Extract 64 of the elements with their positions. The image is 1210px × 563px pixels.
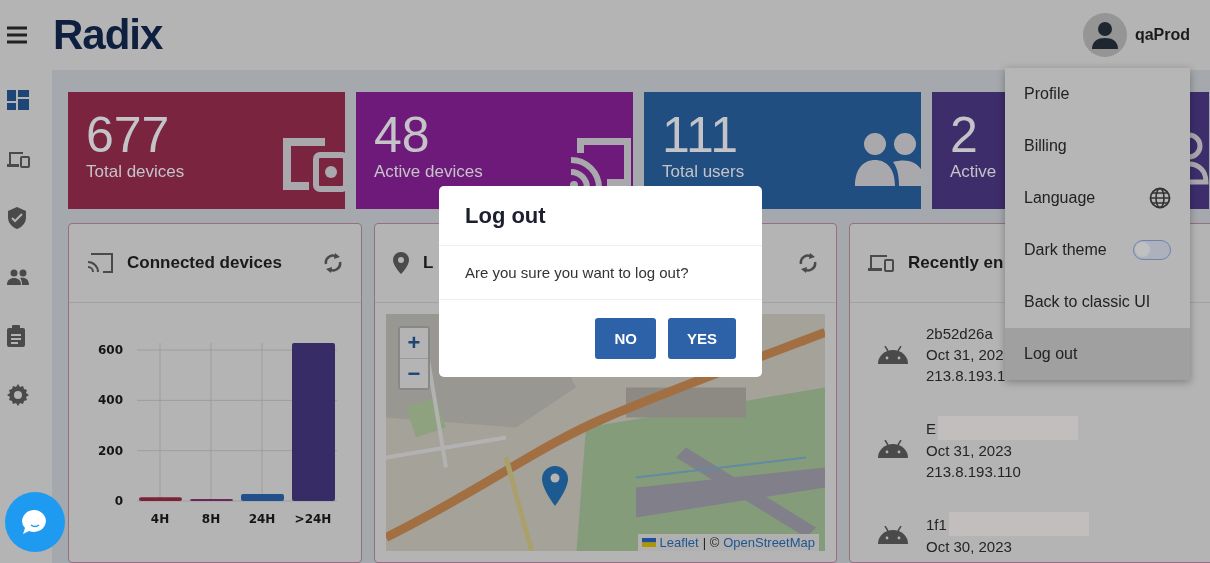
settings-icon[interactable]: [7, 383, 29, 406]
axis-label: >24H: [294, 512, 332, 526]
axis-label: 200: [97, 443, 123, 458]
dialog-button[interactable]: YES: [668, 318, 736, 359]
device-date: Oct 31, 202: [926, 345, 1005, 365]
device-ip: 213.8.193.110: [926, 462, 1022, 482]
menu-icon[interactable]: [7, 25, 27, 45]
leaflet-link[interactable]: Leaflet: [659, 535, 699, 550]
menu-item[interactable]: Log out: [1005, 328, 1190, 380]
refresh-icon[interactable]: [323, 251, 343, 275]
axis-label: 0: [114, 494, 123, 508]
axis-label: 600: [97, 343, 123, 358]
attribution-text: | ©: [702, 535, 720, 550]
source-link[interactable]: OpenStreetMap: [723, 535, 815, 550]
refresh-icon[interactable]: [798, 251, 818, 275]
device-date: Oct 31, 2023: [926, 441, 1013, 461]
panel-title: Recently en: [908, 253, 1005, 273]
menu-item[interactable]: Back to classic UI: [1005, 276, 1190, 328]
stat-value: 2: [950, 108, 979, 162]
device-date: Oct 30, 2023: [926, 537, 1013, 557]
android-icon: [878, 440, 908, 458]
menu-item[interactable]: Language: [1005, 172, 1190, 224]
menu-item[interactable]: Profile: [1005, 68, 1190, 120]
shield-icon[interactable]: [7, 206, 27, 229]
zoom-out-button[interactable]: −: [400, 358, 428, 388]
stat-label: Active: [950, 162, 997, 182]
users-icon[interactable]: [7, 268, 29, 285]
axis-label: 24H: [248, 512, 276, 526]
panel-title: Connected devices: [127, 253, 283, 273]
stat-value: 48: [374, 108, 431, 162]
chat-bubble-icon: [21, 508, 49, 536]
toggle-switch[interactable]: [1133, 240, 1171, 260]
menu-item[interactable]: Dark theme: [1005, 224, 1190, 276]
dialog-title: Log out: [439, 186, 762, 246]
axis-label: 8H: [201, 512, 221, 526]
user-name[interactable]: qaProd: [1134, 26, 1190, 44]
globe-icon: [1149, 187, 1171, 209]
devices-icon: [868, 254, 894, 272]
dashboard-icon[interactable]: [7, 89, 29, 110]
pin-icon: [393, 252, 409, 274]
stat-label: Total devices: [86, 162, 185, 182]
dialog-message: Are you sure you want to log out?: [439, 246, 762, 300]
stat-label: Total users: [662, 162, 745, 182]
clipboard-icon[interactable]: [7, 324, 25, 347]
cast-icon: [87, 253, 113, 273]
devices-icon[interactable]: [7, 149, 31, 168]
avatar[interactable]: [1082, 13, 1127, 57]
stat-label: Active devices: [374, 162, 483, 182]
logo: Radix: [53, 11, 163, 59]
dialog-button[interactable]: NO: [595, 318, 656, 359]
axis-label: 4H: [150, 512, 170, 526]
device-name: E: [926, 418, 936, 439]
stat-value: 677: [86, 108, 171, 162]
stat-value: 111: [662, 108, 739, 162]
device-name: 2b52d26a: [926, 324, 993, 344]
users-icon: [855, 132, 921, 186]
axis-label: 400: [97, 393, 123, 408]
device-name: 1f1: [926, 514, 947, 535]
android-icon: [878, 345, 908, 364]
device-ip: 213.8.193.1: [926, 366, 1006, 386]
flag-icon: [641, 538, 656, 547]
android-icon: [878, 525, 908, 544]
map-marker-icon[interactable]: [542, 466, 568, 506]
menu-item[interactable]: Billing: [1005, 120, 1190, 172]
